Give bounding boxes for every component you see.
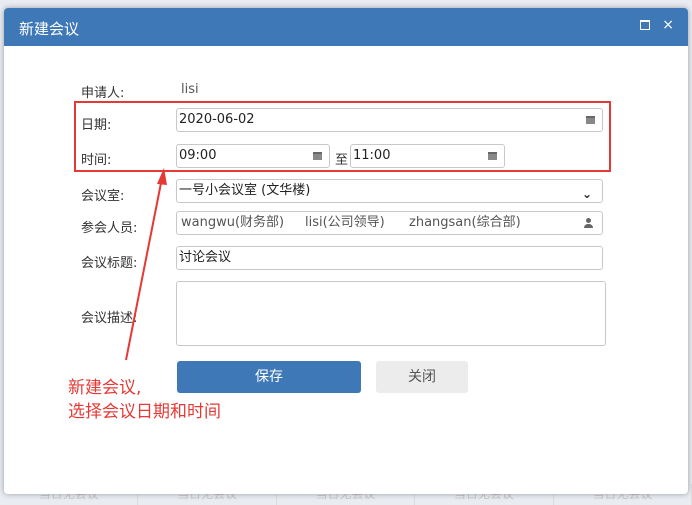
annotation-line: 新建会议, — [68, 378, 142, 398]
annotation-line: 选择会议日期和时间 — [68, 402, 221, 422]
annotation-text: 新建会议, 选择会议日期和时间 — [68, 376, 221, 424]
new-meeting-dialog: 新建会议 × 申请人: lisi 日期: 2020-06-02 时间: 09:0… — [4, 8, 688, 494]
